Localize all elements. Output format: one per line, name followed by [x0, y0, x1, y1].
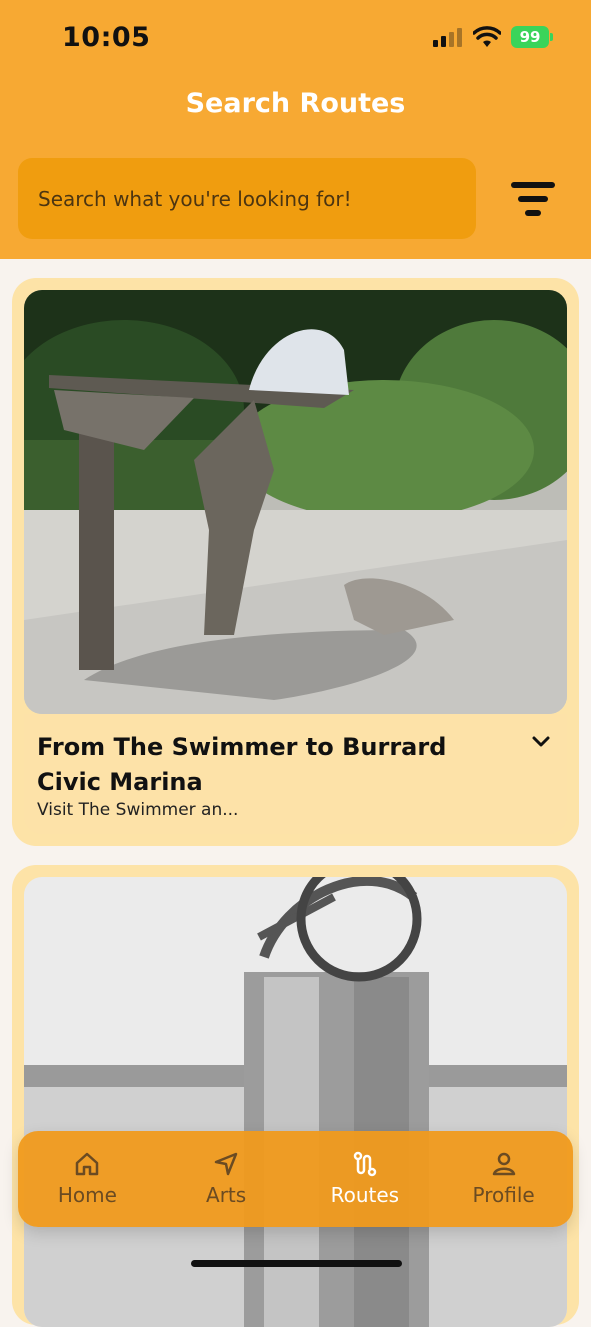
route-icon: [353, 1151, 377, 1177]
nav-item-arts[interactable]: Arts: [157, 1131, 296, 1227]
route-card-body: From The Swimmer to Burrard Civic Marina…: [24, 714, 567, 834]
signal-icon: [433, 28, 462, 47]
nav-label-profile: Profile: [472, 1183, 535, 1207]
app-header: 10:05 99 Search Routes: [0, 0, 591, 259]
route-subtitle: Visit The Swimmer an...: [37, 800, 239, 820]
page-title: Search Routes: [185, 88, 406, 119]
filter-button[interactable]: [505, 178, 561, 220]
chevron-down-icon[interactable]: [530, 731, 552, 753]
nav-item-home[interactable]: Home: [18, 1131, 157, 1227]
user-icon: [492, 1152, 515, 1176]
nav-label-arts: Arts: [206, 1183, 247, 1207]
filter-icon: [511, 182, 555, 216]
status-time: 10:05: [62, 22, 151, 53]
nav-item-routes[interactable]: Routes: [296, 1131, 435, 1227]
nav-item-profile[interactable]: Profile: [434, 1131, 573, 1227]
wifi-icon: [473, 26, 501, 47]
battery-level: 99: [519, 28, 541, 46]
nav-label-home: Home: [57, 1183, 117, 1207]
search-input[interactable]: [18, 158, 476, 239]
route-title: From The Swimmer to Burrard Civic Marina: [37, 733, 447, 796]
route-card[interactable]: From The Swimmer to Burrard Civic Marina…: [12, 278, 579, 846]
battery-icon: 99: [511, 26, 553, 48]
route-card[interactable]: [12, 865, 579, 1327]
home-indicator: [191, 1260, 402, 1267]
status-icons: 99: [433, 26, 553, 48]
navigation-arrow-icon: [214, 1152, 238, 1176]
home-icon: [76, 1152, 99, 1176]
nav-label-routes: Routes: [330, 1183, 400, 1207]
bottom-nav: Home Arts Routes Profile: [18, 1131, 573, 1227]
route-image: [24, 290, 567, 714]
